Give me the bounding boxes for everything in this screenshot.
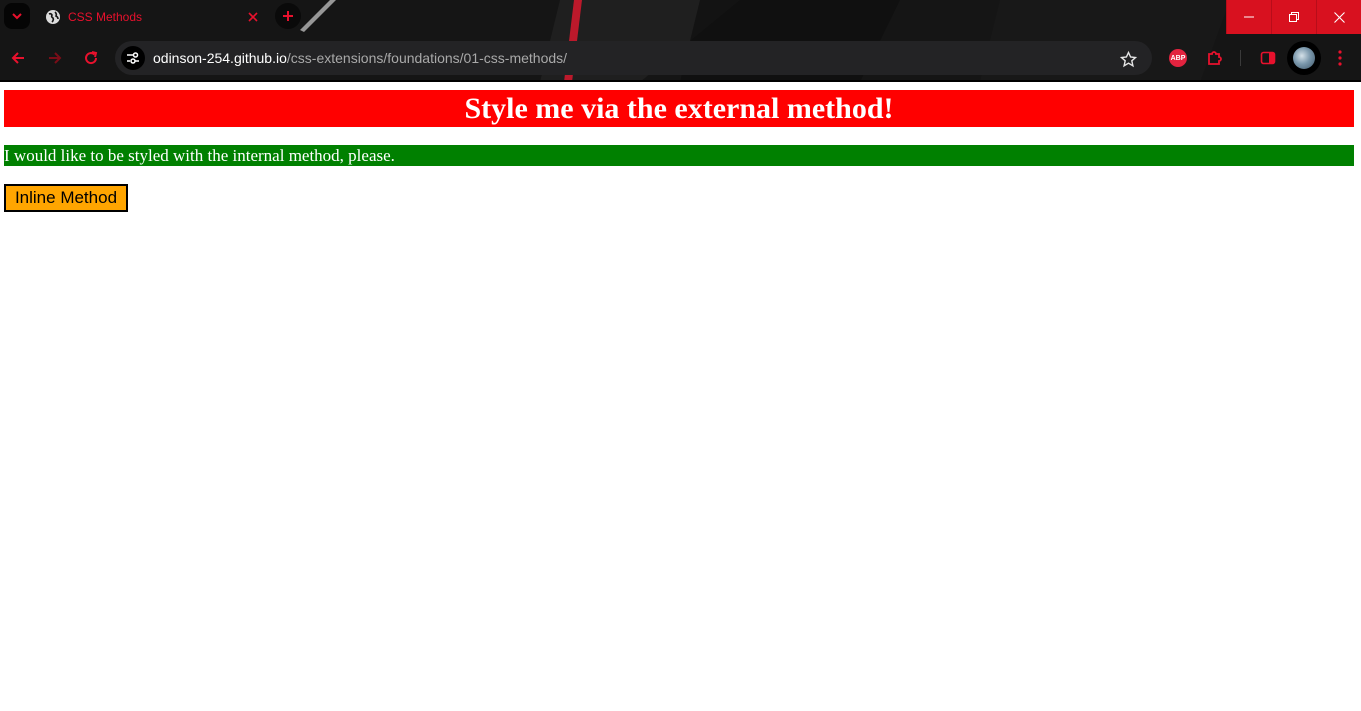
star-icon xyxy=(1119,50,1137,67)
minimize-icon xyxy=(1244,16,1254,18)
external-method-heading: Style me via the external method! xyxy=(4,90,1354,127)
forward-button[interactable] xyxy=(43,46,67,70)
adblock-extension-button[interactable]: ABP xyxy=(1166,46,1190,70)
toolbar-separator xyxy=(1240,50,1241,66)
adblock-icon: ABP xyxy=(1169,49,1187,67)
avatar xyxy=(1293,47,1315,69)
browser-menu-button[interactable] xyxy=(1328,46,1352,70)
reload-icon xyxy=(85,51,98,65)
chevron-down-icon xyxy=(12,13,22,20)
profile-avatar-button[interactable] xyxy=(1287,41,1321,75)
inline-method-button[interactable]: Inline Method xyxy=(4,184,128,212)
reload-button[interactable] xyxy=(79,46,103,70)
tab-strip: CSS Methods xyxy=(0,0,1361,34)
puzzle-icon xyxy=(1208,51,1222,65)
restore-button[interactable] xyxy=(1271,0,1316,34)
arrow-right-icon xyxy=(49,52,62,64)
globe-icon xyxy=(46,10,60,24)
tab-close-button[interactable] xyxy=(244,8,262,26)
url-path: /css-extensions/foundations/01-css-metho… xyxy=(286,50,568,66)
close-icon xyxy=(1333,11,1345,23)
url-text: odinson-254.github.io/css-extensions/fou… xyxy=(153,50,567,66)
side-panel-icon xyxy=(1260,51,1276,65)
side-panel-button[interactable] xyxy=(1256,46,1280,70)
internal-method-paragraph: I would like to be styled with the inter… xyxy=(4,145,1354,166)
minimize-button[interactable] xyxy=(1226,0,1271,34)
extensions-button[interactable] xyxy=(1203,46,1227,70)
tab-search-button[interactable] xyxy=(4,3,30,29)
kebab-menu-icon xyxy=(1338,50,1342,66)
url-host: odinson-254.github.io xyxy=(153,50,287,66)
browser-toolbar: odinson-254.github.io/css-extensions/fou… xyxy=(0,36,1361,80)
new-tab-button[interactable] xyxy=(275,3,301,29)
page-content: Style me via the external method! I woul… xyxy=(0,82,1361,711)
window-controls xyxy=(1226,0,1361,34)
tune-icon xyxy=(127,52,139,64)
back-button[interactable] xyxy=(6,46,30,70)
site-info-button[interactable] xyxy=(121,46,145,70)
tab-title: CSS Methods xyxy=(68,10,143,24)
browser-chrome: CSS Methods odinson-254.github.io/css-ex… xyxy=(0,0,1361,82)
tab-css-methods[interactable]: CSS Methods xyxy=(36,2,268,32)
close-window-button[interactable] xyxy=(1316,0,1361,34)
address-bar[interactable]: odinson-254.github.io/css-extensions/fou… xyxy=(115,41,1152,75)
arrow-left-icon xyxy=(11,52,24,64)
close-icon xyxy=(248,12,258,22)
restore-icon xyxy=(1289,12,1299,22)
bookmark-button[interactable] xyxy=(1116,47,1140,71)
plus-icon xyxy=(283,11,293,21)
